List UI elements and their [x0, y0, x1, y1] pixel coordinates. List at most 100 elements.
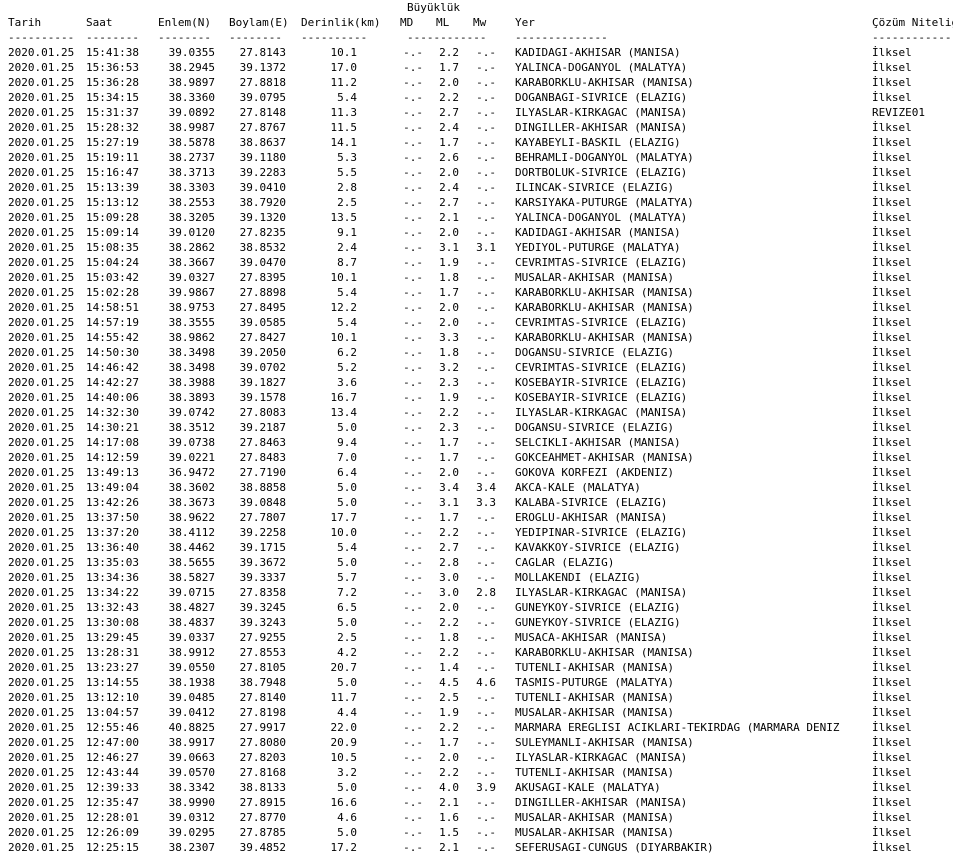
- latitude-cell: 38.3205: [168, 211, 215, 224]
- time-cell: 15:09:28: [86, 211, 139, 224]
- latitude-cell: 38.2553: [168, 196, 215, 209]
- date-cell: 2020.01.25: [8, 631, 75, 644]
- latitude-cell: 38.3988: [168, 376, 215, 389]
- ml-cell: 2.7: [439, 541, 459, 554]
- date-cell: 2020.01.25: [8, 571, 75, 584]
- location-cell: GUNEYKOY-SIVRICE (ELAZIG): [515, 616, 681, 629]
- mw-cell: -.-: [476, 301, 496, 314]
- earthquake-rows: 2020.01.25 15:41:38 39.0355 27.8143 10.1 -.- 2…: [8, 45, 925, 855]
- longitude-cell: 39.1180: [239, 151, 286, 164]
- md-cell: -.-: [403, 361, 423, 374]
- ml-cell: 1.7: [439, 451, 459, 464]
- depth-cell: 3.6: [337, 376, 357, 389]
- table-row: 2020.01.25 13:42:26 38.3673 39.0848 5.0 -.- 3.…: [8, 495, 912, 510]
- quality-cell: İlksel: [872, 316, 912, 329]
- location-cell: KAVAKKOY-SIVRICE (ELAZIG): [515, 541, 681, 554]
- longitude-cell: 39.0410: [239, 181, 286, 194]
- quality-cell: İlksel: [872, 481, 912, 494]
- date-cell: 2020.01.25: [8, 151, 75, 164]
- mw-cell: -.-: [476, 541, 496, 554]
- latitude-cell: 38.3893: [168, 391, 215, 404]
- location-cell: YALINCA-DOGANYOL (MALATYA): [515, 211, 688, 224]
- date-cell: 2020.01.25: [8, 676, 75, 689]
- longitude-cell: 27.8463: [239, 436, 286, 449]
- location-cell: MUSALAR-AKHISAR (MANISA): [515, 811, 674, 824]
- md-cell: -.-: [403, 136, 423, 149]
- time-cell: 13:34:22: [86, 586, 139, 599]
- quality-cell: İlksel: [872, 211, 912, 224]
- table-row: 2020.01.25 13:37:20 38.4112 39.2258 10.0 -.- 2…: [8, 525, 912, 540]
- column-header-latitude: Enlem(N): [158, 16, 211, 29]
- latitude-cell: 38.3555: [168, 316, 215, 329]
- depth-cell: 5.4: [337, 316, 357, 329]
- table-row: 2020.01.25 12:26:09 39.0295 27.8785 5.0 -.- 1.…: [8, 825, 912, 840]
- quality-cell: İlksel: [872, 256, 912, 269]
- longitude-cell: 27.8427: [239, 331, 286, 344]
- latitude-cell: 38.9987: [168, 121, 215, 134]
- date-cell: 2020.01.25: [8, 376, 75, 389]
- location-cell: DINGILLER-AKHISAR (MANISA): [515, 121, 688, 134]
- ml-cell: 2.7: [439, 196, 459, 209]
- depth-cell: 5.4: [337, 541, 357, 554]
- time-cell: 13:37:20: [86, 526, 139, 539]
- date-cell: 2020.01.25: [8, 391, 75, 404]
- md-cell: -.-: [403, 376, 423, 389]
- time-cell: 12:39:33: [86, 781, 139, 794]
- ml-cell: 2.1: [439, 211, 459, 224]
- table-row: 2020.01.25 12:28:01 39.0312 27.8770 4.6 -.- 1.…: [8, 810, 912, 825]
- latitude-cell: 38.9897: [168, 76, 215, 89]
- ml-cell: 4.5: [439, 676, 459, 689]
- quality-cell: İlksel: [872, 421, 912, 434]
- table-row: 2020.01.25 14:12:59 39.0221 27.8483 7.0 -.- 1.…: [8, 450, 912, 465]
- longitude-cell: 39.3337: [239, 571, 286, 584]
- location-cell: CEVRIMTAS-SIVRICE (ELAZIG): [515, 316, 688, 329]
- quality-cell: İlksel: [872, 661, 912, 674]
- table-row: 2020.01.25 13:28:31 38.9912 27.8553 4.2 -.- 2.…: [8, 645, 912, 660]
- longitude-cell: 38.8133: [239, 781, 286, 794]
- location-cell: EROGLU-AKHISAR (MANISA): [515, 511, 668, 524]
- depth-cell: 6.4: [337, 466, 357, 479]
- date-cell: 2020.01.25: [8, 706, 75, 719]
- rule-location: --------------: [515, 31, 608, 44]
- longitude-cell: 39.0470: [239, 256, 286, 269]
- date-cell: 2020.01.25: [8, 346, 75, 359]
- location-cell: KARSIYAKA-PUTURGE (MALATYA): [515, 196, 694, 209]
- quality-cell: İlksel: [872, 556, 912, 569]
- mw-cell: 3.4: [476, 481, 496, 494]
- location-cell: GUNEYKOY-SIVRICE (ELAZIG): [515, 601, 681, 614]
- quality-cell: İlksel: [872, 271, 912, 284]
- depth-cell: 22.0: [330, 721, 358, 734]
- quality-cell: İlksel: [872, 706, 912, 719]
- time-cell: 14:57:19: [86, 316, 139, 329]
- longitude-cell: 27.8915: [239, 796, 286, 809]
- ml-cell: 2.0: [439, 751, 459, 764]
- table-row: 2020.01.25 15:41:38 39.0355 27.8143 10.1 -.- 2…: [8, 45, 912, 60]
- table-row: 2020.01.25 13:37:50 38.9622 27.7807 17.7 -.- 1…: [8, 510, 912, 525]
- md-cell: -.-: [403, 826, 423, 839]
- depth-cell: 5.0: [337, 616, 357, 629]
- quality-cell: İlksel: [872, 811, 912, 824]
- mw-cell: -.-: [476, 196, 496, 209]
- latitude-cell: 38.3673: [168, 496, 215, 509]
- latitude-cell: 38.5878: [168, 136, 215, 149]
- quality-cell: İlksel: [872, 451, 912, 464]
- longitude-cell: 39.0702: [239, 361, 286, 374]
- md-cell: -.-: [403, 706, 423, 719]
- time-cell: 13:12:10: [86, 691, 139, 704]
- md-cell: -.-: [403, 346, 423, 359]
- mw-cell: -.-: [476, 271, 496, 284]
- depth-cell: 11.5: [330, 121, 358, 134]
- quality-cell: İlksel: [872, 151, 912, 164]
- date-cell: 2020.01.25: [8, 496, 75, 509]
- md-cell: -.-: [403, 766, 423, 779]
- location-cell: KARABORKLU-AKHISAR (MANISA): [515, 331, 694, 344]
- mw-cell: -.-: [476, 811, 496, 824]
- time-cell: 14:55:42: [86, 331, 139, 344]
- location-cell: ILYASLAR-KIRKAGAC (MANISA): [515, 106, 688, 119]
- ml-cell: 3.0: [439, 571, 459, 584]
- longitude-cell: 27.8785: [239, 826, 286, 839]
- latitude-cell: 38.9912: [168, 646, 215, 659]
- time-cell: 13:30:08: [86, 616, 139, 629]
- time-cell: 15:04:24: [86, 256, 139, 269]
- ml-cell: 1.7: [439, 286, 459, 299]
